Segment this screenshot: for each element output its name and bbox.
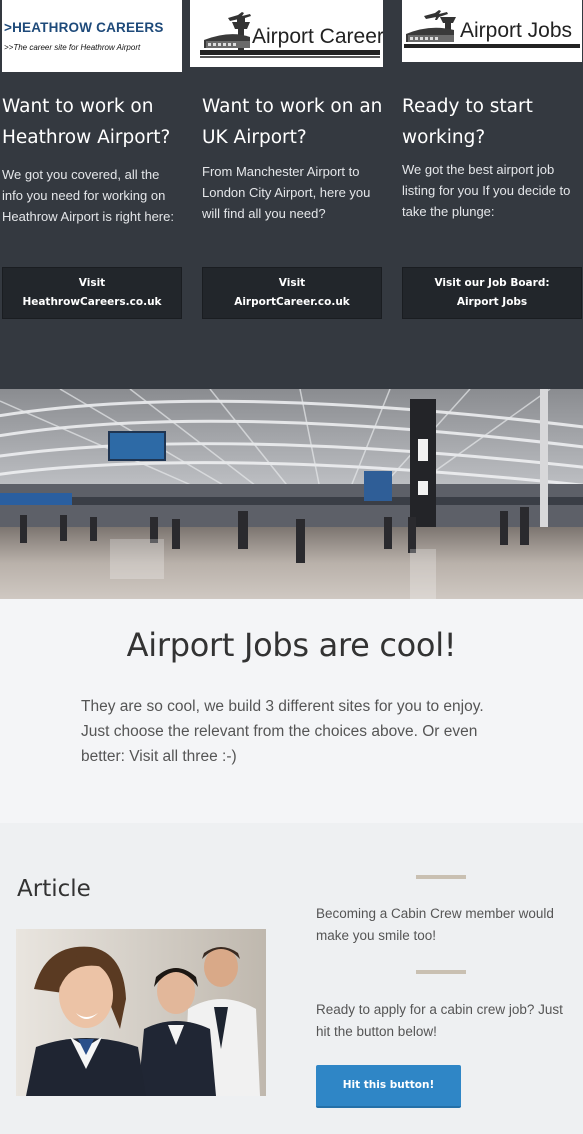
column-heading: Want to work on an UK Airport?	[202, 96, 383, 148]
column-text: We got you covered, all the info you nee…	[2, 167, 174, 224]
column-heading: Ready to start working?	[402, 96, 533, 148]
visit-heathrow-careers-button[interactable]: Visit HeathrowCareers.co.uk	[2, 267, 182, 319]
intro-section: Airport Jobs are cool! They are so cool,…	[0, 599, 583, 823]
airport-terminal-hero-image	[0, 389, 583, 599]
button-line-2: AirportCareer.co.uk	[234, 296, 350, 308]
logo-title: >HEATHROW CAREERS	[4, 20, 164, 35]
column-heading: Want to work on Heathrow Airport?	[2, 96, 171, 148]
column-text: From Manchester Airport to London City A…	[202, 164, 371, 221]
section-title: Airport Jobs are cool!	[126, 626, 457, 664]
article-title: Article	[17, 876, 91, 902]
promo-band: >HEATHROW CAREERS >>The career site for …	[0, 0, 583, 389]
visit-airport-career-button[interactable]: Visit AirportCareer.co.uk	[202, 267, 382, 319]
promo-column-airport-career: Airport Career Want to work on an UK Air…	[190, 0, 383, 389]
airport-career-logo[interactable]: Airport Career	[190, 0, 383, 67]
cabin-crew-photo	[16, 929, 266, 1096]
button-line-2: Airport Jobs	[456, 296, 528, 308]
divider	[416, 875, 466, 879]
visit-job-board-button[interactable]: Visit our Job Board: Airport Jobs	[402, 267, 582, 319]
hit-this-button[interactable]: Hit this button!	[316, 1065, 461, 1108]
article-section: Article Becoming a Cabin Crew member wou…	[0, 823, 583, 1134]
column-text: We got the best airport job listing for …	[402, 162, 571, 219]
button-line-2: HeathrowCareers.co.uk	[22, 296, 162, 308]
logo-title: Airport Jobs	[460, 19, 573, 42]
button-line-1: Visit	[278, 277, 306, 289]
article-text-1: Becoming a Cabin Crew member would make …	[316, 906, 554, 943]
button-line-1: Visit our Job Board:	[434, 277, 550, 289]
article-text-2: Ready to apply for a cabin crew job? Jus…	[316, 1002, 563, 1039]
logo-title: Airport Career	[252, 25, 383, 48]
airport-jobs-logo[interactable]: Airport Jobs	[402, 0, 582, 62]
divider	[416, 970, 466, 974]
promo-column-airport-jobs: Airport Jobs Ready to start working? We …	[402, 0, 582, 389]
logo-subtitle: >>The career site for Heathrow Airport	[4, 43, 141, 52]
heathrow-careers-logo[interactable]: >HEATHROW CAREERS >>The career site for …	[2, 0, 182, 72]
section-text: They are so cool, we build 3 different s…	[81, 698, 484, 765]
button-line-1: Visit	[78, 277, 106, 289]
promo-column-heathrow: >HEATHROW CAREERS >>The career site for …	[2, 0, 182, 389]
